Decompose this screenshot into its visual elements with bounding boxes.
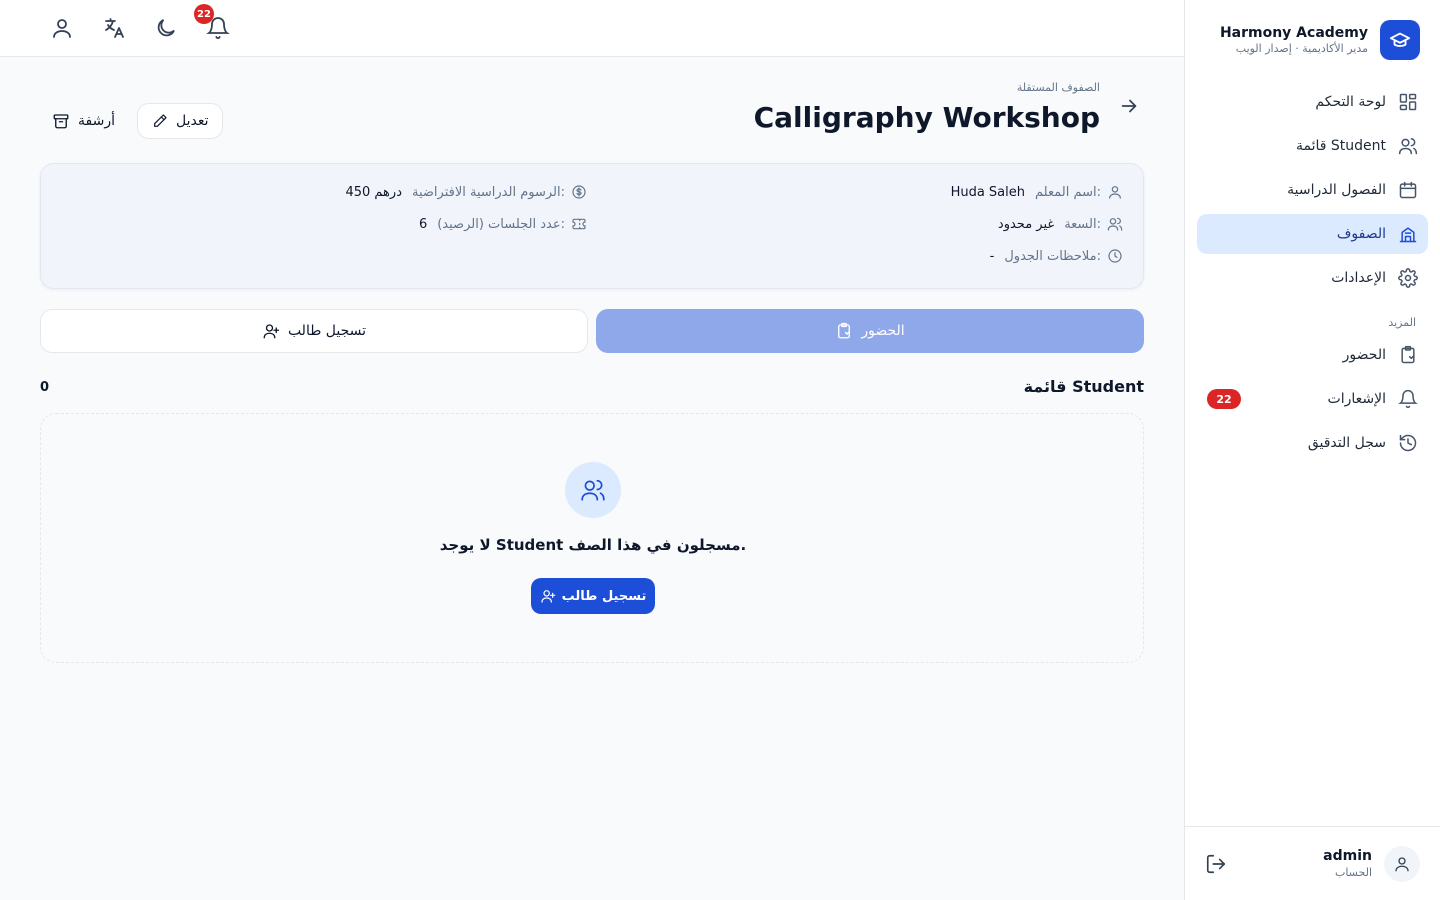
avatar[interactable] bbox=[1384, 845, 1420, 882]
sidebar-item-attendance[interactable]: الحضور bbox=[1197, 335, 1428, 375]
edit-button[interactable]: تعديل bbox=[136, 103, 224, 139]
main-content: الصفوف المستقلة Calligraphy Workshop أرش… bbox=[40, 57, 1144, 900]
ticket-icon bbox=[571, 216, 587, 232]
archive-button[interactable]: أرشفة bbox=[52, 103, 115, 139]
capacity-row: السعة: غير محدود bbox=[998, 216, 1123, 232]
sidebar-item-label: الفصول الدراسية bbox=[1287, 182, 1386, 198]
notification-badge: 22 bbox=[194, 4, 214, 24]
user-icon bbox=[1107, 184, 1123, 200]
dollar-circle-icon bbox=[571, 184, 587, 200]
schedule-label: ملاحظات الجدول: bbox=[1004, 248, 1101, 264]
sidebar-section-more: المزيد bbox=[1388, 316, 1416, 329]
capacity-label: السعة: bbox=[1064, 216, 1101, 232]
account-panel: admin الحساب bbox=[1185, 826, 1440, 900]
class-info-card: اسم المعلم: Huda Saleh السعة: غير محدود … bbox=[40, 163, 1144, 289]
page-title: Calligraphy Workshop bbox=[753, 101, 1100, 134]
student-count: 0 bbox=[40, 380, 50, 395]
logout-icon[interactable] bbox=[1205, 853, 1227, 875]
sidebar-nav: لوحة التحكم قائمة Student الفصول الدراسي… bbox=[1197, 82, 1428, 467]
arrow-right-icon[interactable] bbox=[1118, 95, 1140, 117]
archive-icon bbox=[52, 112, 70, 130]
attendance-button[interactable]: الحضور bbox=[596, 309, 1144, 353]
archive-label: أرشفة bbox=[78, 113, 115, 129]
graduation-cap-icon bbox=[1380, 20, 1420, 60]
gear-icon bbox=[1398, 268, 1418, 288]
teacher-label: اسم المعلم: bbox=[1035, 184, 1101, 200]
teacher-row: اسم المعلم: Huda Saleh bbox=[951, 184, 1123, 200]
account-role: الحساب bbox=[1334, 866, 1372, 879]
empty-register-label: تسجيل طالب bbox=[561, 588, 647, 604]
sidebar-item-classes[interactable]: الصفوف bbox=[1197, 214, 1428, 254]
school-icon bbox=[1398, 224, 1418, 244]
users-icon bbox=[565, 462, 621, 518]
clock-icon bbox=[1107, 248, 1123, 264]
breadcrumb[interactable]: الصفوف المستقلة bbox=[1017, 81, 1100, 94]
clipboard-icon bbox=[1398, 345, 1418, 365]
fee-label: الرسوم الدراسية الافتراضية: bbox=[411, 184, 565, 200]
users-icon bbox=[1398, 136, 1418, 156]
sidebar-item-label: الصفوف bbox=[1336, 226, 1386, 242]
register-student-button[interactable]: تسجيل طالب bbox=[40, 309, 588, 353]
sidebar-item-label: قائمة Student bbox=[1295, 138, 1386, 154]
sidebar-item-students[interactable]: قائمة Student bbox=[1197, 126, 1428, 166]
brand: Harmony Academy مدير الأكاديمية · إصدار … bbox=[1220, 20, 1420, 60]
sidebar-item-label: سجل التدقيق bbox=[1307, 435, 1386, 451]
fee-row: الرسوم الدراسية الافتراضية: 450 درهم bbox=[345, 184, 587, 200]
sessions-row: عدد الجلسات (الرصيد): 6 bbox=[419, 216, 587, 232]
sidebar-item-terms[interactable]: الفصول الدراسية bbox=[1197, 170, 1428, 210]
bell-icon[interactable]: 22 bbox=[194, 4, 230, 40]
sidebar-item-audit-log[interactable]: سجل التدقيق bbox=[1197, 423, 1428, 463]
calendar-icon bbox=[1398, 180, 1418, 200]
pencil-icon bbox=[152, 113, 168, 129]
sidebar: Harmony Academy مدير الأكاديمية · إصدار … bbox=[1184, 0, 1440, 900]
capacity-value: غير محدود bbox=[997, 216, 1055, 232]
sessions-label: عدد الجلسات (الرصيد): bbox=[437, 216, 565, 232]
teacher-value: Huda Saleh bbox=[950, 184, 1025, 200]
user-plus-icon bbox=[540, 588, 556, 604]
schedule-value: - bbox=[989, 248, 995, 264]
attendance-label: الحضور bbox=[861, 323, 905, 339]
sessions-value: 6 bbox=[418, 216, 428, 232]
sidebar-item-label: لوحة التحكم bbox=[1315, 94, 1386, 110]
student-list-title: قائمة Student bbox=[1023, 377, 1144, 396]
bell-icon bbox=[1398, 389, 1418, 409]
edit-label: تعديل bbox=[175, 113, 209, 129]
history-icon bbox=[1398, 433, 1418, 453]
sidebar-item-label: الإشعارات bbox=[1327, 391, 1386, 407]
sidebar-item-label: الإعدادات bbox=[1331, 270, 1386, 286]
topbar: 22 bbox=[0, 0, 1184, 57]
translate-icon[interactable] bbox=[102, 16, 126, 40]
notifications-count-badge: 22 bbox=[1207, 389, 1241, 409]
sidebar-item-notifications[interactable]: الإشعارات 22 bbox=[1197, 379, 1428, 419]
user-icon[interactable] bbox=[50, 16, 74, 40]
sidebar-item-settings[interactable]: الإعدادات bbox=[1197, 258, 1428, 298]
action-bar: تسجيل طالب الحضور bbox=[40, 309, 1144, 353]
dashboard-icon bbox=[1398, 92, 1418, 112]
sidebar-item-label: الحضور bbox=[1342, 347, 1386, 363]
brand-subtitle: مدير الأكاديمية · إصدار الويب bbox=[1235, 42, 1368, 55]
empty-state: لا يوجد Student مسجلون في هذا الصف. تسجي… bbox=[40, 413, 1144, 663]
moon-icon[interactable] bbox=[154, 16, 178, 40]
brand-title: Harmony Academy bbox=[1219, 25, 1368, 41]
users-icon bbox=[1107, 216, 1123, 232]
empty-register-student-button[interactable]: تسجيل طالب bbox=[531, 578, 655, 614]
register-student-label: تسجيل طالب bbox=[287, 323, 367, 339]
clipboard-icon bbox=[835, 322, 853, 340]
schedule-row: ملاحظات الجدول: - bbox=[990, 248, 1123, 264]
empty-state-text: لا يوجد Student مسجلون في هذا الصف. bbox=[439, 536, 747, 554]
user-plus-icon bbox=[262, 322, 280, 340]
account-name: admin bbox=[1323, 848, 1372, 864]
fee-value: 450 درهم bbox=[345, 184, 402, 200]
sidebar-item-dashboard[interactable]: لوحة التحكم bbox=[1197, 82, 1428, 122]
